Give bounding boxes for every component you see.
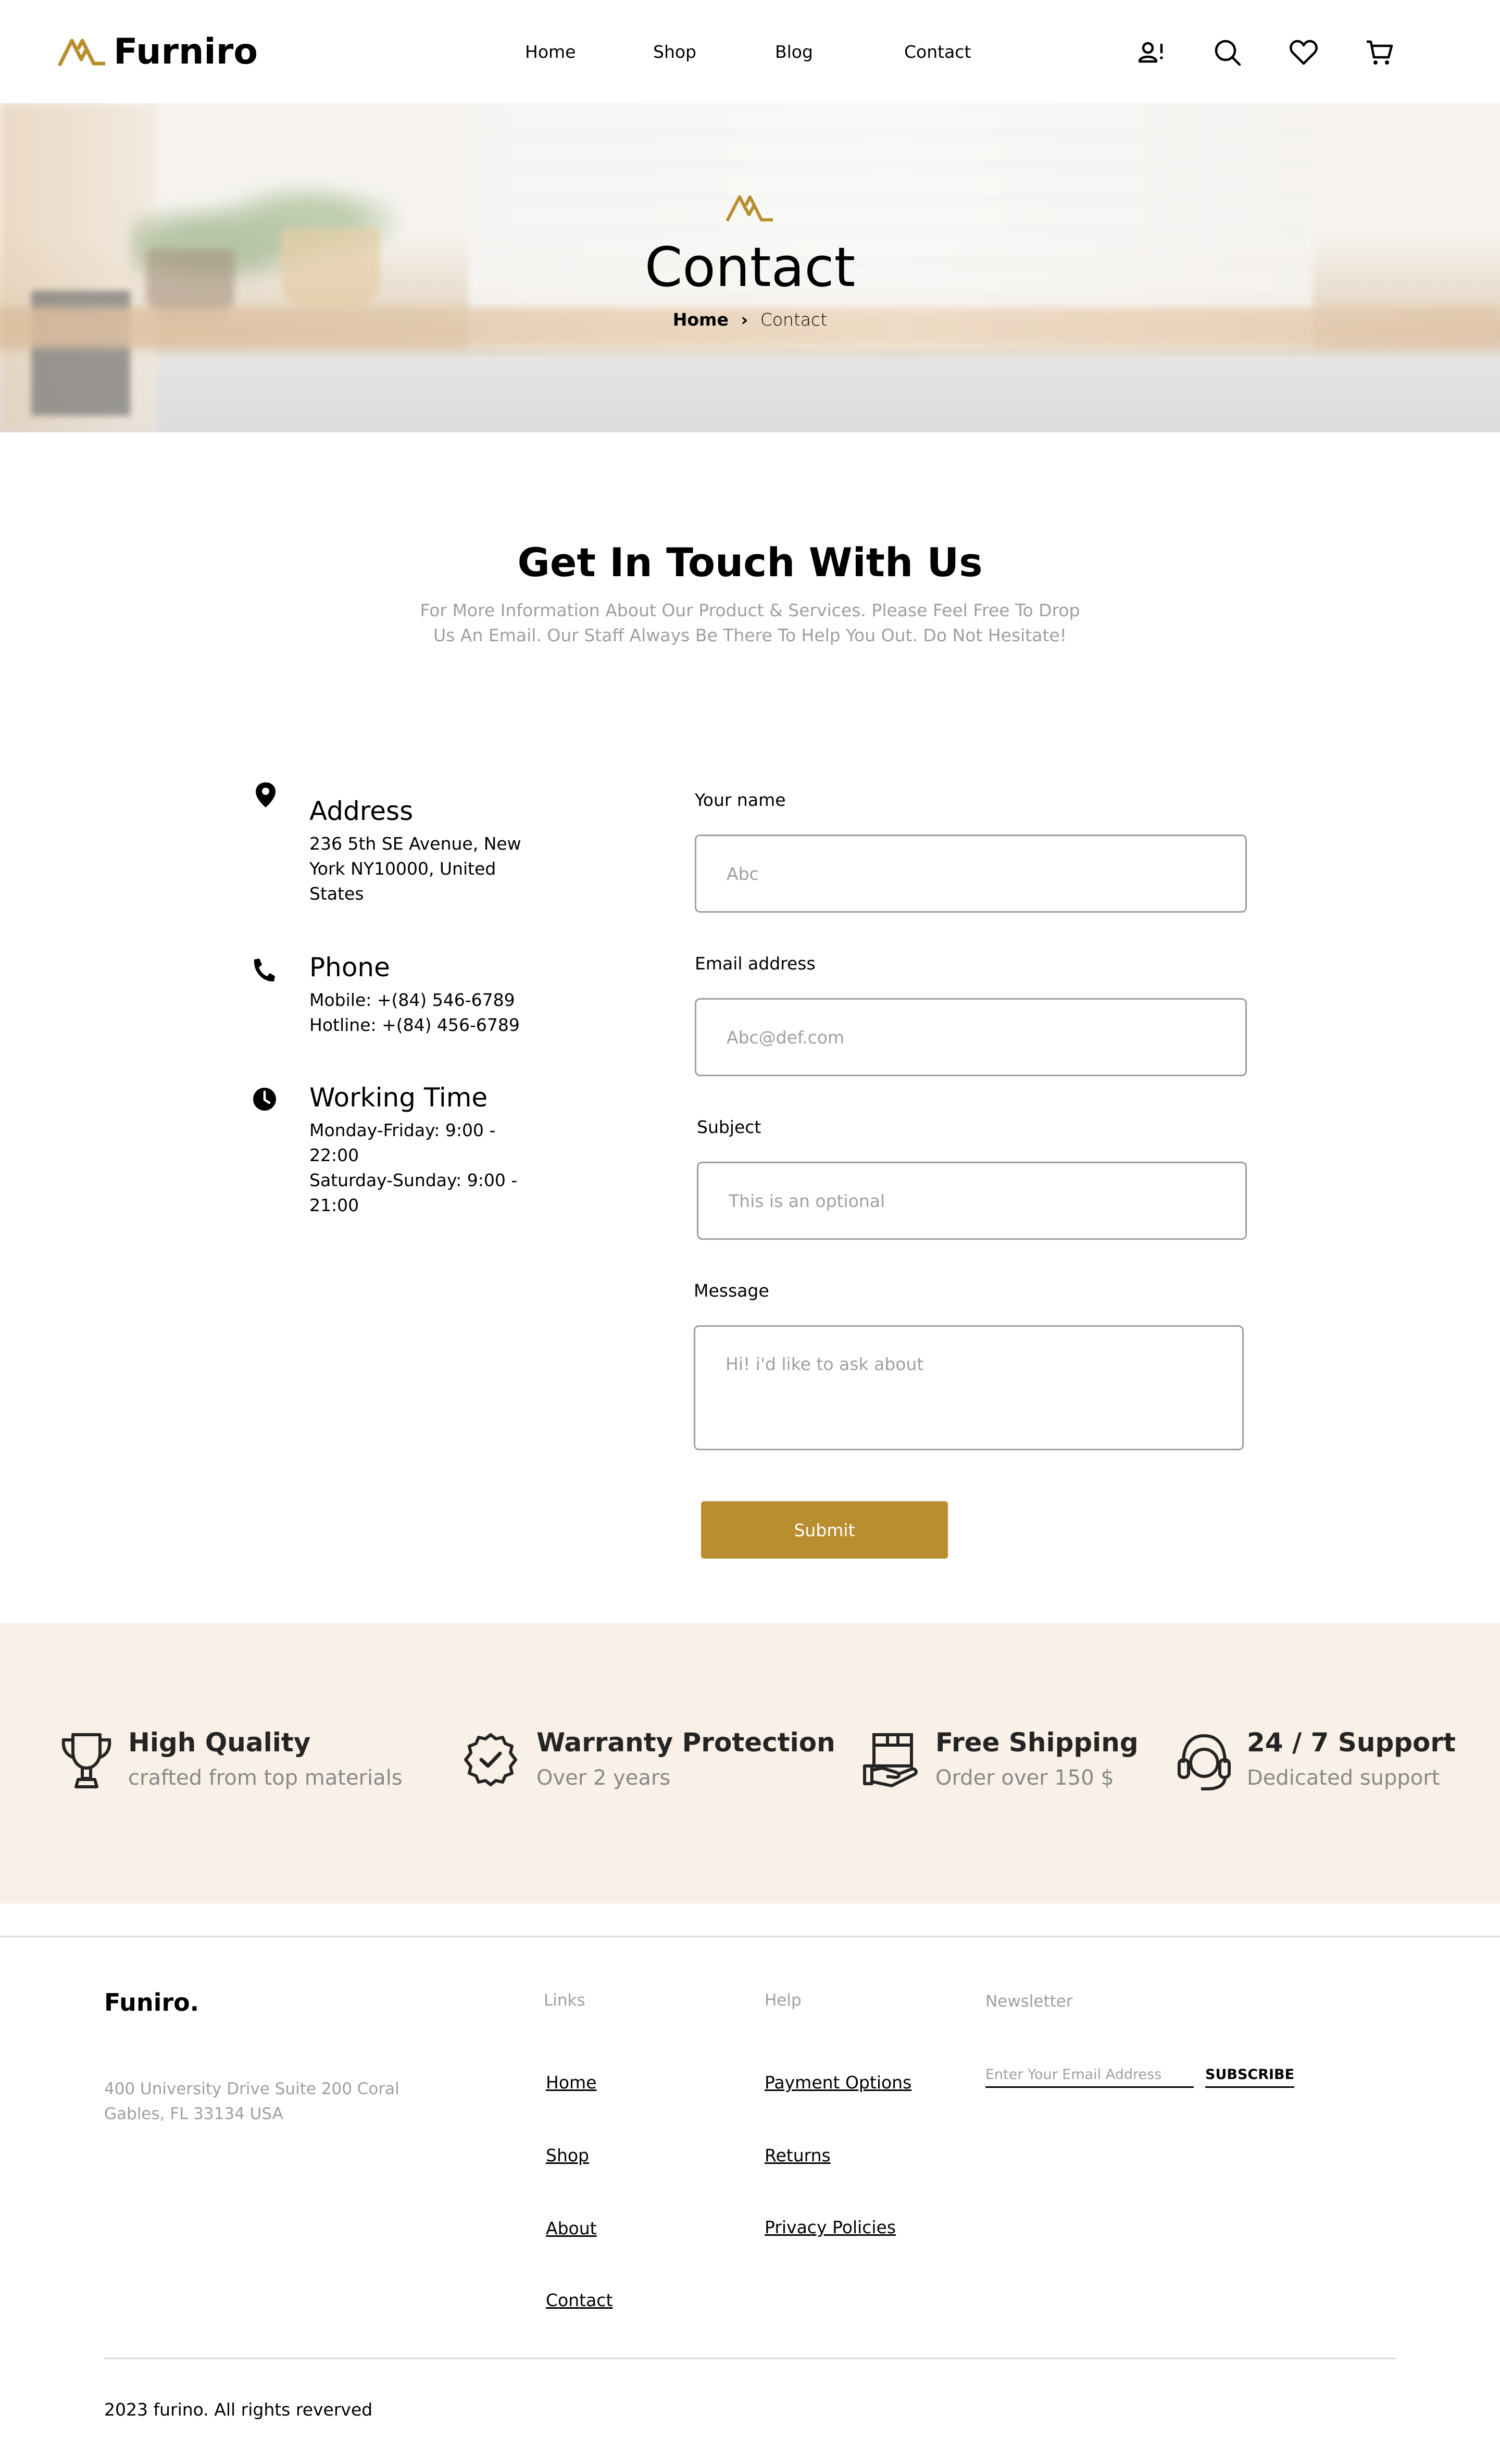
footer-link-about[interactable]: About [546, 2218, 597, 2239]
footer-link-home[interactable]: Home [546, 2072, 596, 2093]
newsletter-email-input[interactable] [985, 2063, 1194, 2088]
furniro-logo-icon[interactable] [57, 36, 107, 68]
footer-links-heading: Links [544, 1991, 585, 2010]
footer-address: 400 University Drive Suite 200 Coral Gab… [104, 2080, 399, 2123]
address-heading: Address [309, 796, 414, 826]
message-label: Message [694, 1280, 769, 1301]
name-label: Your name [695, 790, 786, 810]
feature-title: 24 / 7 Support [1247, 1727, 1456, 1758]
section-description: For More Information About Our Product &… [420, 600, 1080, 645]
subject-input[interactable] [697, 1162, 1247, 1240]
clock-icon [253, 1088, 276, 1111]
brand-name[interactable]: Furniro [114, 30, 258, 74]
footer-bottom-divider [104, 2358, 1396, 2359]
footer-link-shop[interactable]: Shop [546, 2145, 589, 2166]
email-field[interactable] [695, 998, 1247, 1076]
breadcrumb: Home › Contact [0, 309, 1500, 330]
feature-subtitle: Dedicated support [1247, 1766, 1440, 1790]
guarantee-check-icon [464, 1733, 517, 1786]
shipping-box-icon [863, 1733, 918, 1787]
breadcrumb-current: Contact [760, 309, 828, 330]
phone-mobile: Mobile: +(84) 546-6789 [309, 990, 515, 1010]
search-icon[interactable] [1211, 36, 1244, 69]
user-alert-icon[interactable] [1135, 36, 1168, 69]
phone-icon [254, 959, 275, 982]
furniro-mark-icon [726, 195, 773, 222]
footer-link-privacy-policies[interactable]: Privacy Policies [765, 2217, 896, 2238]
cart-icon[interactable] [1364, 36, 1396, 69]
chevron-right-icon: › [741, 309, 748, 330]
email-label: Email address [695, 953, 816, 974]
location-pin-icon [256, 782, 276, 807]
feature-title: High Quality [128, 1727, 311, 1758]
copyright: 2023 furino. All rights reverved [104, 2399, 373, 2420]
nav-contact[interactable]: Contact [904, 42, 971, 63]
nav-shop[interactable]: Shop [653, 42, 696, 63]
section-title: Get In Touch With Us [517, 539, 983, 586]
trophy-icon [61, 1733, 111, 1788]
feature-subtitle: crafted from top materials [128, 1766, 403, 1790]
footer-link-contact[interactable]: Contact [546, 2290, 612, 2311]
phone-heading: Phone [309, 952, 390, 982]
feature-subtitle: Over 2 years [536, 1766, 671, 1790]
working-time-weekend: Saturday-Sunday: 9:00 - 21:00 [309, 1170, 518, 1215]
footer-link-payment-options[interactable]: Payment Options [765, 2072, 911, 2093]
footer-newsletter-heading: Newsletter [985, 1992, 1073, 2011]
breadcrumb-home[interactable]: Home [673, 309, 729, 330]
working-time-heading: Working Time [309, 1082, 488, 1113]
footer-link-returns[interactable]: Returns [765, 2145, 831, 2166]
site-header: Furniro Home Shop Blog Contact [0, 0, 1500, 103]
nav-blog[interactable]: Blog [775, 42, 813, 63]
working-time-weekdays: Monday-Friday: 9:00 - 22:00 [309, 1120, 496, 1165]
nav-home[interactable]: Home [525, 42, 576, 63]
message-textarea[interactable] [694, 1325, 1244, 1450]
subject-label: Subject [697, 1117, 761, 1137]
subscribe-button[interactable]: SUBSCRIBE [1205, 2063, 1295, 2088]
name-input[interactable] [695, 835, 1247, 913]
heart-icon[interactable] [1288, 36, 1320, 69]
feature-title: Free Shipping [935, 1727, 1139, 1758]
phone-hotline: Hotline: +(84) 456-6789 [309, 1015, 520, 1035]
submit-button[interactable]: Submit [701, 1501, 948, 1559]
footer-divider [0, 1936, 1500, 1937]
page-title: Contact [644, 235, 856, 299]
footer-help-heading: Help [765, 1991, 802, 2010]
address-text: 236 5th SE Avenue, New York NY10000, Uni… [309, 833, 521, 904]
headset-support-icon [1178, 1734, 1231, 1790]
features-strip: High Quality crafted from top materials … [0, 1623, 1500, 1903]
feature-title: Warranty Protection [536, 1727, 835, 1758]
footer-brand: Funiro. [104, 1988, 199, 2017]
feature-subtitle: Order over 150 $ [935, 1766, 1114, 1790]
